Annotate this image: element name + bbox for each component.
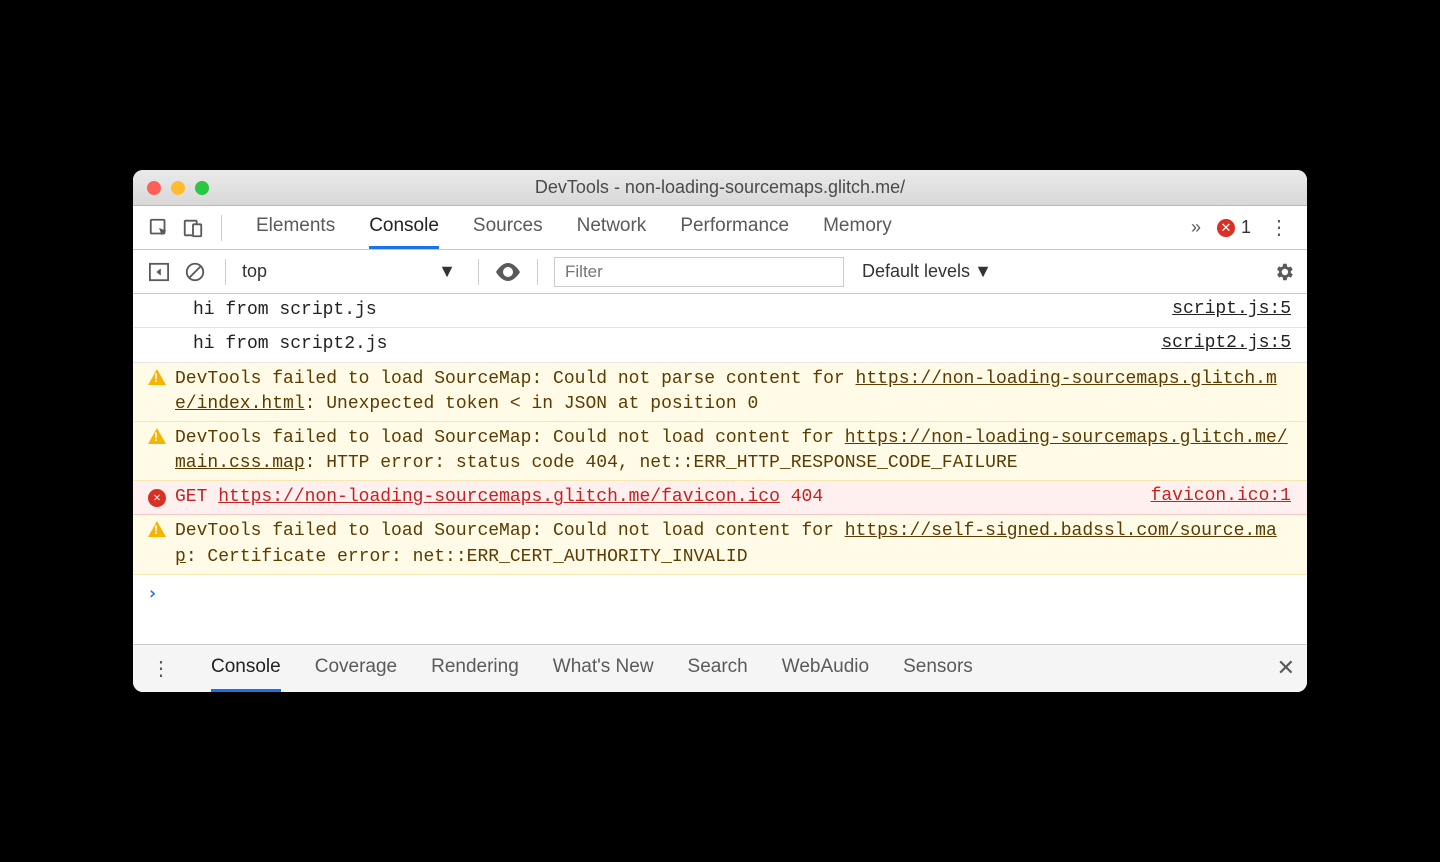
warning-text: DevTools failed to load SourceMap: Could…	[171, 426, 1291, 476]
context-label: top	[242, 261, 267, 282]
inspect-element-icon[interactable]	[145, 214, 173, 242]
drawer-menu-icon[interactable]: ⋮	[145, 656, 177, 681]
error-text: GET https://non-loading-sourcemaps.glitc…	[171, 485, 1131, 510]
drawer-tab-sensors[interactable]: Sensors	[903, 645, 973, 692]
error-icon: ✕	[1217, 219, 1235, 237]
devtools-menu-icon[interactable]: ⋮	[1263, 215, 1295, 240]
error-icon: ✕	[143, 485, 171, 507]
console-message-warning: DevTools failed to load SourceMap: Could…	[133, 422, 1307, 481]
error-link[interactable]: https://non-loading-sourcemaps.glitch.me…	[218, 487, 780, 507]
divider	[478, 259, 479, 285]
log-gutter	[143, 298, 171, 300]
tab-performance[interactable]: Performance	[680, 206, 789, 249]
console-settings-icon[interactable]	[1273, 261, 1295, 283]
console-message-log: hi from script.js script.js:5	[133, 294, 1307, 328]
window-title: DevTools - non-loading-sourcemaps.glitch…	[133, 177, 1307, 198]
console-message-warning: DevTools failed to load SourceMap: Could…	[133, 363, 1307, 422]
close-window-button[interactable]	[147, 181, 161, 195]
drawer-tab-search[interactable]: Search	[688, 645, 748, 692]
warning-text: DevTools failed to load SourceMap: Could…	[171, 519, 1291, 569]
filter-input[interactable]	[554, 257, 844, 287]
drawer-tab-rendering[interactable]: Rendering	[431, 645, 519, 692]
drawer-tab-console[interactable]: Console	[211, 645, 281, 692]
source-link[interactable]: script2.js:5	[1161, 332, 1291, 353]
levels-label: Default levels	[862, 261, 970, 282]
console-prompt[interactable]: ›	[133, 575, 1307, 644]
warning-icon	[143, 367, 171, 391]
context-selector[interactable]: top ▼	[242, 261, 462, 282]
tab-memory[interactable]: Memory	[823, 206, 892, 249]
live-expression-icon[interactable]	[495, 263, 521, 281]
console-message-warning: DevTools failed to load SourceMap: Could…	[133, 515, 1307, 574]
source-link[interactable]: script.js:5	[1172, 298, 1291, 319]
tab-sources[interactable]: Sources	[473, 206, 543, 249]
error-count: 1	[1241, 217, 1251, 238]
divider	[221, 215, 222, 241]
tab-console[interactable]: Console	[369, 206, 439, 249]
drawer-tab-strip: ⋮ Console Coverage Rendering What's New …	[133, 644, 1307, 692]
divider	[225, 259, 226, 285]
drawer-tab-whatsnew[interactable]: What's New	[553, 645, 654, 692]
console-message-error: ✕ GET https://non-loading-sourcemaps.gli…	[133, 481, 1307, 515]
tab-network[interactable]: Network	[577, 206, 647, 249]
chevron-down-icon: ▼	[974, 261, 992, 282]
warning-icon	[143, 519, 171, 543]
warning-text: DevTools failed to load SourceMap: Could…	[171, 367, 1291, 417]
devtools-window: DevTools - non-loading-sourcemaps.glitch…	[133, 170, 1307, 692]
divider	[537, 259, 538, 285]
titlebar: DevTools - non-loading-sourcemaps.glitch…	[133, 170, 1307, 206]
log-text: hi from script2.js	[171, 332, 1141, 357]
source-link[interactable]: favicon.ico:1	[1151, 485, 1291, 506]
console-sidebar-toggle-icon[interactable]	[145, 258, 173, 286]
console-message-log: hi from script2.js script2.js:5	[133, 328, 1307, 362]
tab-elements[interactable]: Elements	[256, 206, 335, 249]
clear-console-icon[interactable]	[181, 258, 209, 286]
chevron-down-icon: ▼	[438, 261, 456, 282]
traffic-lights	[133, 181, 209, 195]
log-levels-selector[interactable]: Default levels ▼	[862, 261, 992, 282]
log-text: hi from script.js	[171, 298, 1152, 323]
device-toolbar-icon[interactable]	[179, 214, 207, 242]
tabs-overflow-icon[interactable]: »	[1191, 217, 1201, 238]
main-tabs: Elements Console Sources Network Perform…	[256, 206, 892, 249]
zoom-window-button[interactable]	[195, 181, 209, 195]
drawer-tab-webaudio[interactable]: WebAudio	[782, 645, 869, 692]
main-tab-strip: Elements Console Sources Network Perform…	[133, 206, 1307, 250]
drawer-close-icon[interactable]: ✕	[1277, 655, 1295, 681]
error-count-badge[interactable]: ✕ 1	[1217, 217, 1251, 238]
console-output: hi from script.js script.js:5 hi from sc…	[133, 294, 1307, 644]
warning-icon	[143, 426, 171, 450]
minimize-window-button[interactable]	[171, 181, 185, 195]
console-toolbar: top ▼ Default levels ▼	[133, 250, 1307, 294]
drawer-tab-coverage[interactable]: Coverage	[315, 645, 397, 692]
log-gutter	[143, 332, 171, 334]
